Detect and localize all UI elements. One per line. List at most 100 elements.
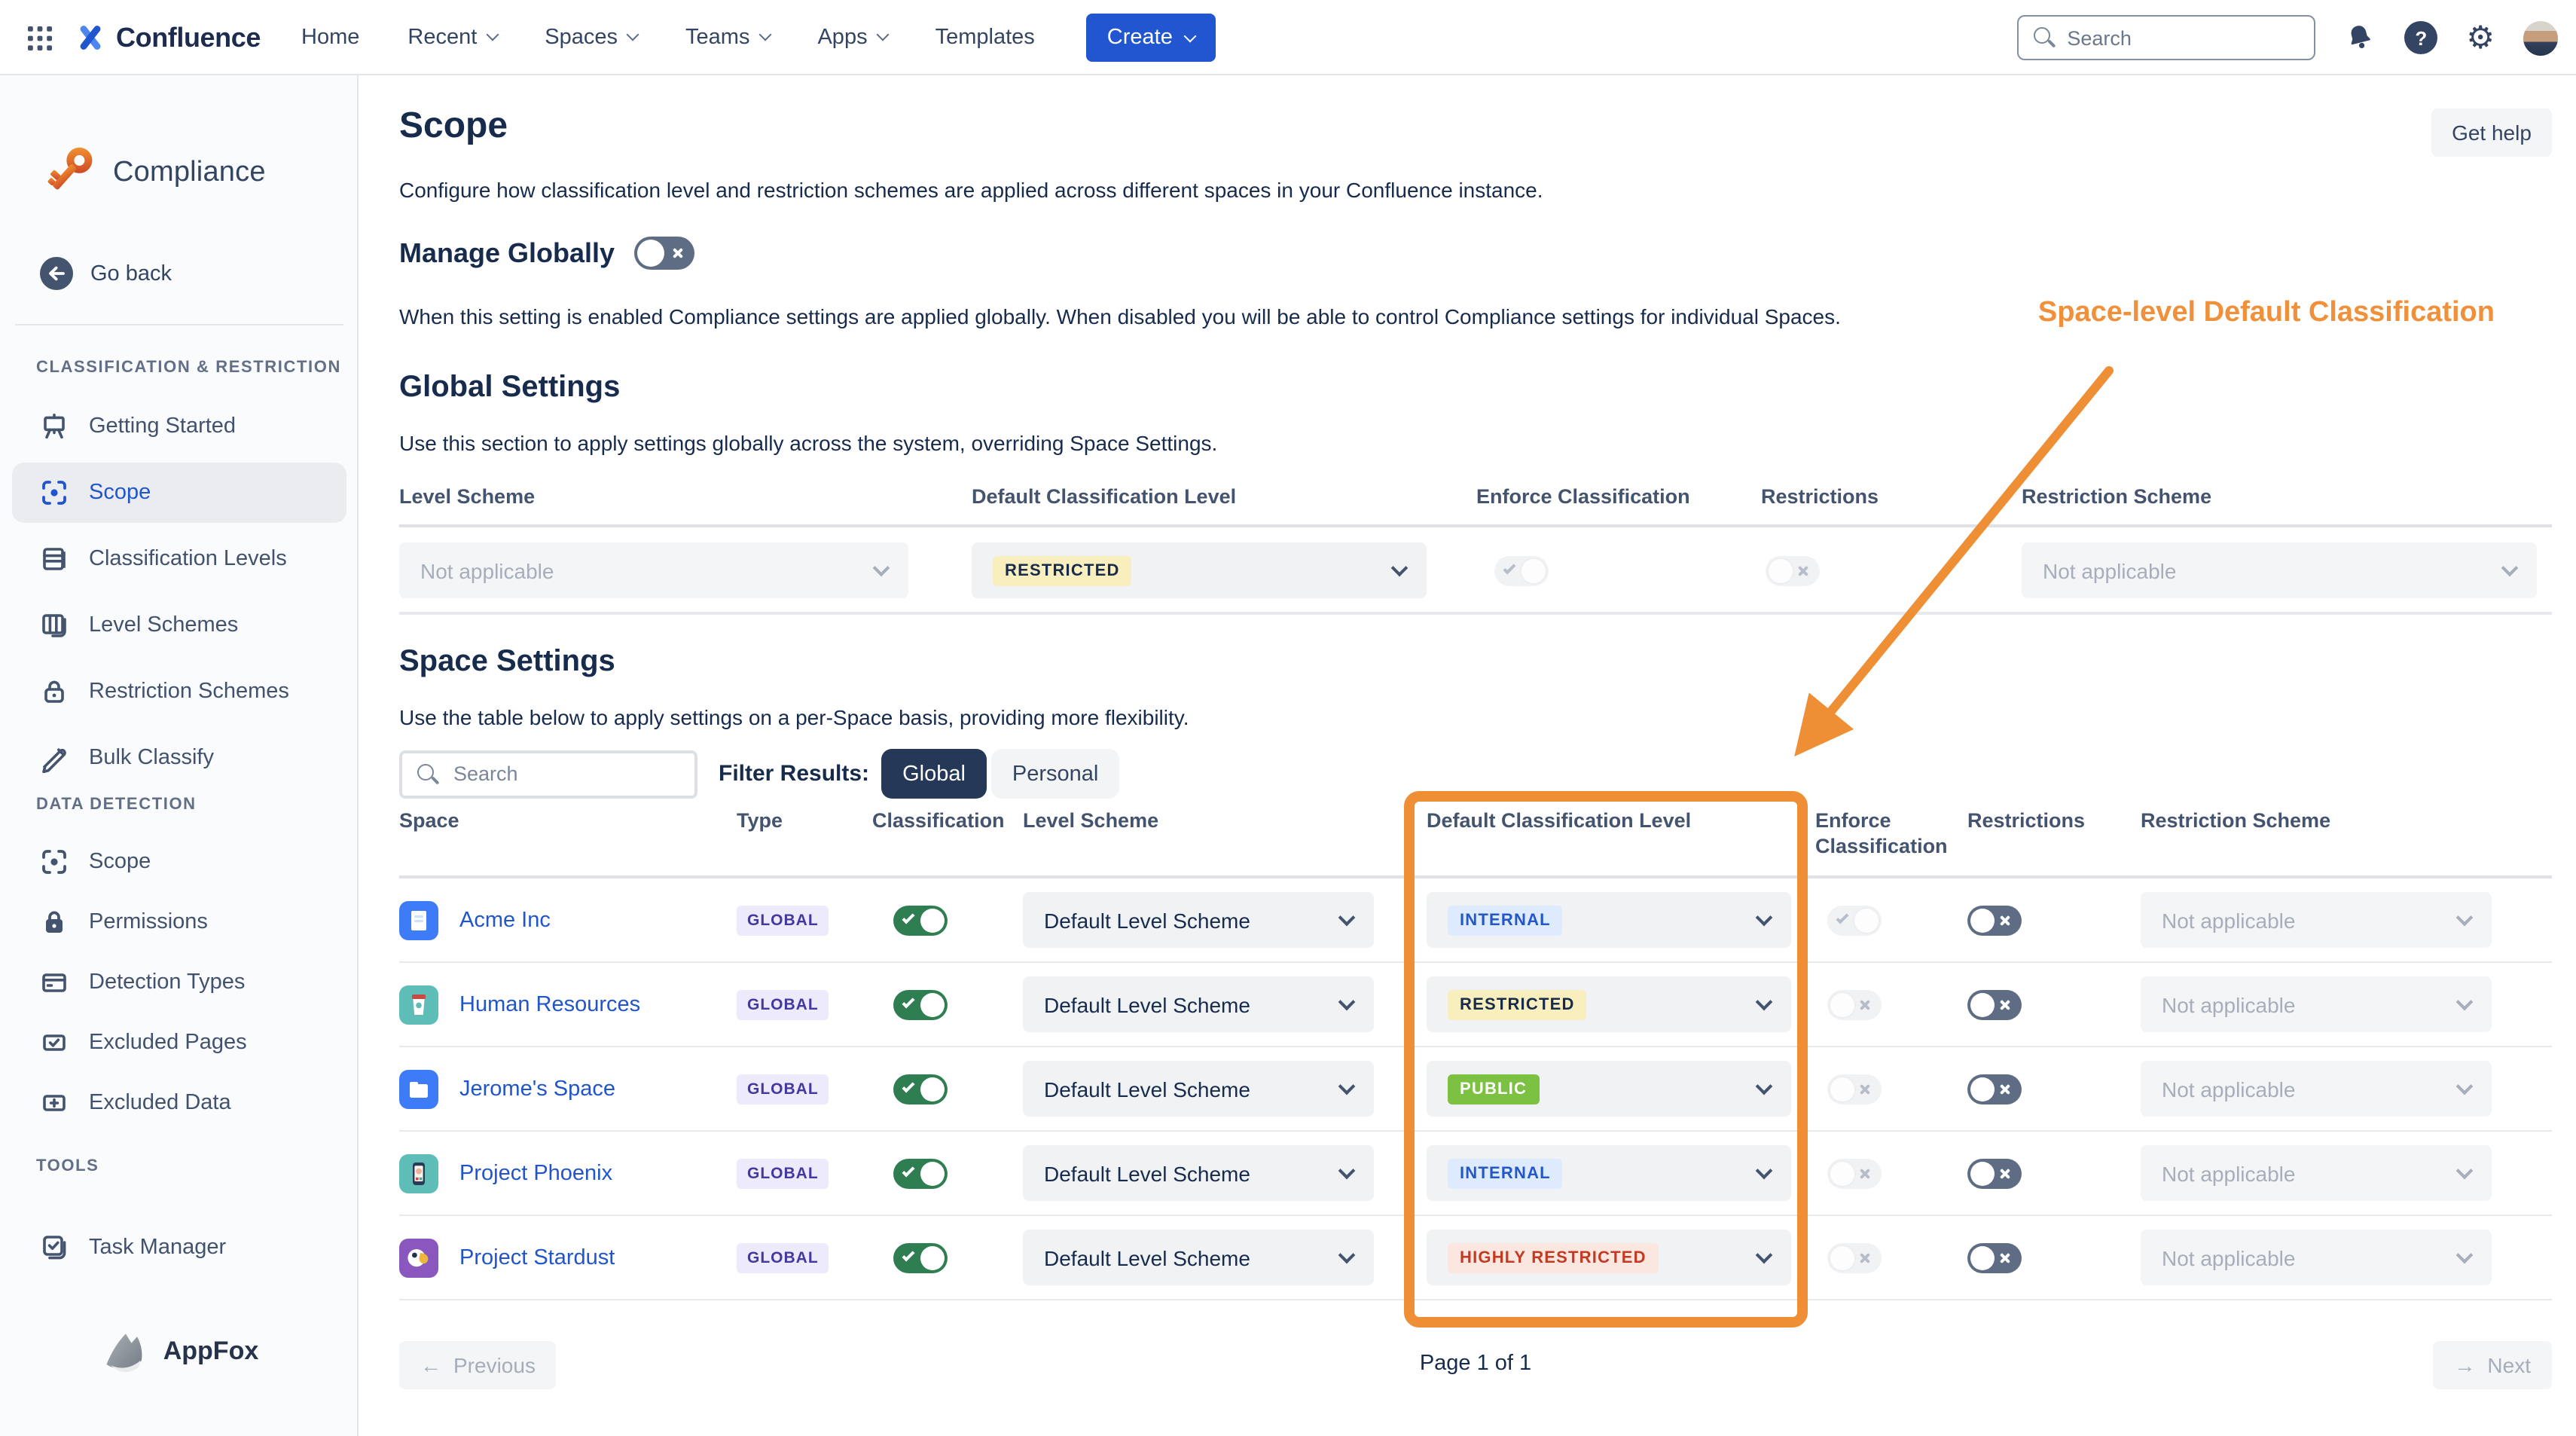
sidebar-item-permissions[interactable]: Permissions	[12, 892, 346, 952]
toggle-knob	[920, 908, 945, 932]
level-scheme-select[interactable]: Default Level Scheme	[1023, 1145, 1374, 1201]
classification-toggle[interactable]	[893, 989, 948, 1019]
x-icon	[1999, 1251, 2011, 1263]
confluence-brand[interactable]: Confluence	[74, 21, 261, 54]
check-icon	[902, 995, 915, 1008]
table-row: Jerome's Space GLOBAL Default Level Sche…	[399, 1047, 2552, 1132]
toggle-knob	[1970, 908, 1995, 932]
nav-recent[interactable]: Recent	[407, 26, 496, 50]
chevron-down-icon	[1338, 909, 1356, 926]
level-scheme-select[interactable]: Default Level Scheme	[1023, 1061, 1374, 1117]
table-row: Project Stardust GLOBAL Default Level Sc…	[399, 1216, 2552, 1300]
page-title: Scope	[399, 105, 508, 148]
lock-filled-icon	[39, 907, 69, 937]
search-input[interactable]	[2017, 15, 2315, 60]
space-avatar	[399, 1153, 438, 1193]
sidebar-item-excluded-pages[interactable]: Excluded Pages	[12, 1013, 346, 1073]
classification-toggle[interactable]	[893, 1158, 948, 1188]
filter-personal-button[interactable]: Personal	[991, 749, 1119, 799]
check-icon	[1836, 911, 1849, 924]
default-classification-select[interactable]: HIGHLY RESTRICTED	[1427, 1230, 1791, 1285]
manage-globally-toggle[interactable]	[634, 237, 694, 270]
columns-icon	[39, 610, 69, 640]
chevron-down-icon	[1756, 1077, 1773, 1095]
nav-templates[interactable]: Templates	[935, 26, 1035, 50]
level-scheme-select[interactable]: Default Level Scheme	[1023, 976, 1374, 1032]
sidebar-item-restriction-schemes[interactable]: Restriction Schemes	[12, 661, 346, 722]
nav-teams[interactable]: Teams	[685, 26, 769, 50]
main-content: Scope Get help Configure how classificat…	[0, 75, 2576, 1436]
default-classification-select[interactable]: PUBLIC	[1427, 1061, 1791, 1117]
get-help-button[interactable]: Get help	[2431, 108, 2552, 157]
sidebar-item-detection-types[interactable]: Detection Types	[12, 952, 346, 1013]
level-scheme-select[interactable]: Default Level Scheme	[1023, 892, 1374, 948]
sidebar-item-level-schemes[interactable]: Level Schemes	[12, 595, 346, 655]
check-icon	[1503, 561, 1516, 574]
global-restrictions-toggle	[1766, 555, 1820, 585]
space-link[interactable]: Project Phoenix	[459, 1161, 612, 1185]
sidebar-item-bulk-classify[interactable]: Bulk Classify	[12, 728, 346, 788]
sidebar-item-classification-levels[interactable]: Classification Levels	[12, 529, 346, 589]
space-table-header: Space Type Classification Level Scheme D…	[399, 809, 2552, 878]
restrictions-toggle[interactable]	[1967, 1158, 2022, 1188]
table-row: Acme Inc GLOBAL Default Level Scheme INT…	[399, 878, 2552, 963]
next-button[interactable]: →Next	[2433, 1341, 2552, 1389]
page-description: Configure how classification level and r…	[399, 178, 1543, 202]
coffee-cup-icon	[399, 985, 438, 1024]
level-scheme-select[interactable]: Default Level Scheme	[1023, 1230, 1374, 1285]
restrictions-toggle[interactable]	[1967, 1242, 2022, 1273]
sidebar-item-data-scope[interactable]: Scope	[12, 832, 346, 892]
classification-badge: INTERNAL	[1448, 1158, 1563, 1188]
global-default-classification-select[interactable]: RESTRICTED	[972, 542, 1427, 598]
brand-name: Confluence	[116, 22, 261, 53]
sidebar-item-getting-started[interactable]: Getting Started	[12, 396, 346, 457]
filter-global-button[interactable]: Global	[881, 749, 987, 799]
space-link[interactable]: Project Stardust	[459, 1245, 615, 1269]
type-badge: GLOBAL	[737, 989, 829, 1019]
col-level-scheme: Level Scheme	[1023, 809, 1427, 835]
space-link[interactable]: Jerome's Space	[459, 1077, 615, 1101]
toggle-knob	[920, 992, 945, 1016]
user-avatar[interactable]	[2523, 20, 2558, 55]
type-badge: GLOBAL	[737, 905, 829, 935]
x-icon	[1859, 1251, 1871, 1263]
help-icon[interactable]: ?	[2404, 21, 2437, 54]
global-settings-description: Use this section to apply settings globa…	[399, 431, 1217, 455]
topbar-nav: Home Recent Spaces Teams Apps Templates …	[301, 0, 1216, 75]
sidebar-item-task-manager[interactable]: Task Manager	[12, 1218, 346, 1278]
toggle-knob	[920, 1077, 945, 1101]
chevron-down-icon	[2456, 1077, 2474, 1095]
settings-gear-icon[interactable]: ⚙	[2466, 22, 2495, 53]
col-enforce-classification: Enforce Classification	[1815, 809, 1960, 860]
restrictions-toggle[interactable]	[1967, 905, 2022, 935]
space-link[interactable]: Acme Inc	[459, 908, 551, 932]
classification-toggle[interactable]	[893, 905, 948, 935]
space-link[interactable]: Human Resources	[459, 992, 640, 1016]
create-button[interactable]: Create	[1086, 14, 1216, 62]
search-icon	[2034, 27, 2050, 44]
sidebar-item-scope[interactable]: Scope	[12, 463, 346, 523]
nav-spaces[interactable]: Spaces	[545, 26, 637, 50]
nav-home[interactable]: Home	[301, 26, 359, 50]
space-search-input[interactable]	[399, 750, 697, 798]
enforce-classification-toggle	[1827, 989, 1882, 1019]
table-row: Human Resources GLOBAL Default Level Sch…	[399, 963, 2552, 1047]
notifications-icon[interactable]	[2344, 21, 2376, 54]
default-classification-select[interactable]: INTERNAL	[1427, 1145, 1791, 1201]
type-badge: GLOBAL	[737, 1074, 829, 1104]
classification-toggle[interactable]	[893, 1242, 948, 1273]
space-avatar	[399, 1069, 438, 1108]
restrictions-toggle[interactable]	[1967, 989, 2022, 1019]
classification-toggle[interactable]	[893, 1074, 948, 1104]
x-icon	[1999, 1167, 2011, 1179]
chevron-down-icon	[1756, 993, 1773, 1010]
col-restriction-scheme: Restriction Scheme	[2120, 809, 2552, 835]
sidebar-item-excluded-data[interactable]: Excluded Data	[12, 1073, 346, 1133]
app-switcher-icon[interactable]	[27, 25, 53, 50]
default-classification-select[interactable]: INTERNAL	[1427, 892, 1791, 948]
go-back-button[interactable]: Go back	[39, 256, 172, 291]
col-classification: Classification	[872, 809, 1023, 835]
nav-apps[interactable]: Apps	[817, 26, 887, 50]
restrictions-toggle[interactable]	[1967, 1074, 2022, 1104]
default-classification-select[interactable]: RESTRICTED	[1427, 976, 1791, 1032]
